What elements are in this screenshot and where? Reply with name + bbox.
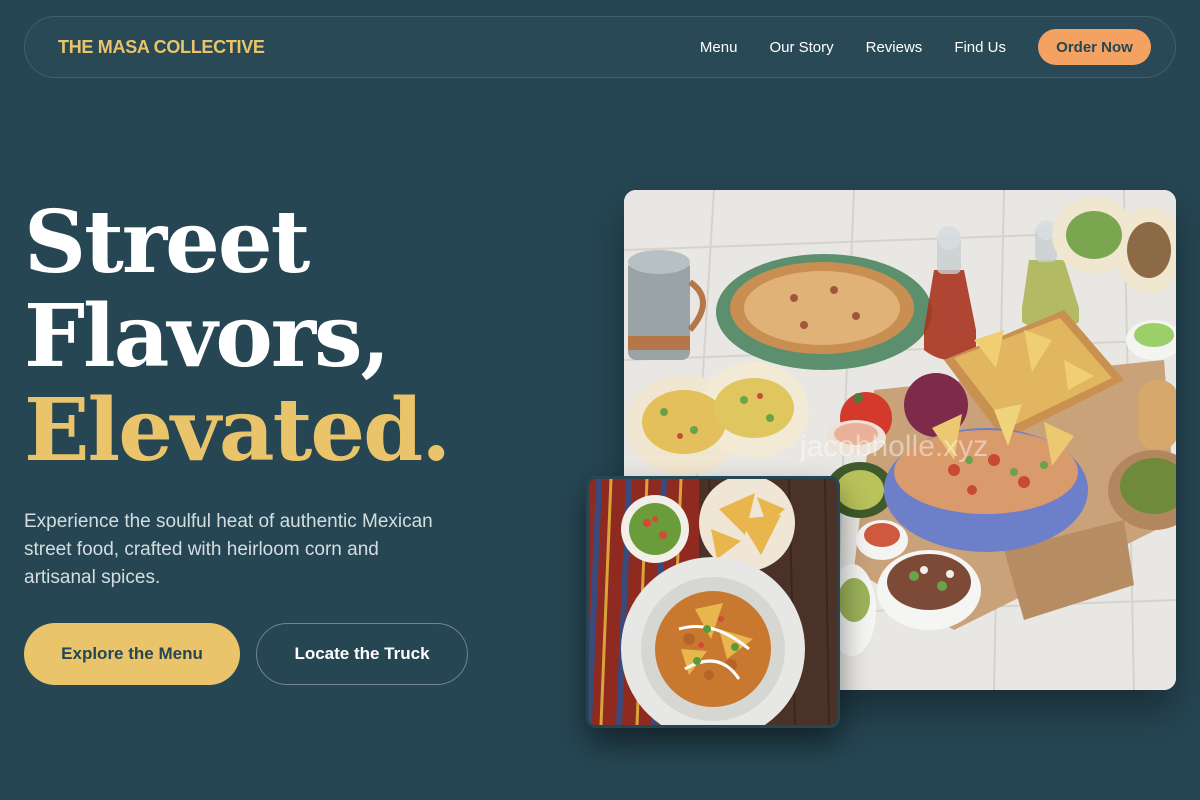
photo-watermark: jacobholle.xyz [799,430,988,463]
nav-link-find-us[interactable]: Find Us [954,39,1006,56]
order-now-button[interactable]: Order Now [1038,29,1151,65]
headline-line-2: Flavors, [24,286,390,387]
nav-link-menu[interactable]: Menu [700,39,738,56]
headline-line-3: Elevated. [24,380,451,481]
top-navigation: THE MASA COLLECTIVE Menu Our Story Revie… [24,16,1176,78]
overhead-dish-photo [586,476,840,728]
locate-truck-button[interactable]: Locate the Truck [256,623,468,685]
brand-logo[interactable]: THE MASA COLLECTIVE [58,37,265,58]
nav-link-reviews[interactable]: Reviews [866,39,923,56]
headline-line-1: Street [24,192,310,293]
hero-subtitle: Experience the soulful heat of authentic… [24,511,433,588]
nav-links: Menu Our Story Reviews Find Us [700,39,1006,56]
nav-link-our-story[interactable]: Our Story [769,39,833,56]
hero-headline: Street Flavors, Elevated. [24,192,451,481]
explore-menu-button[interactable]: Explore the Menu [24,623,240,685]
